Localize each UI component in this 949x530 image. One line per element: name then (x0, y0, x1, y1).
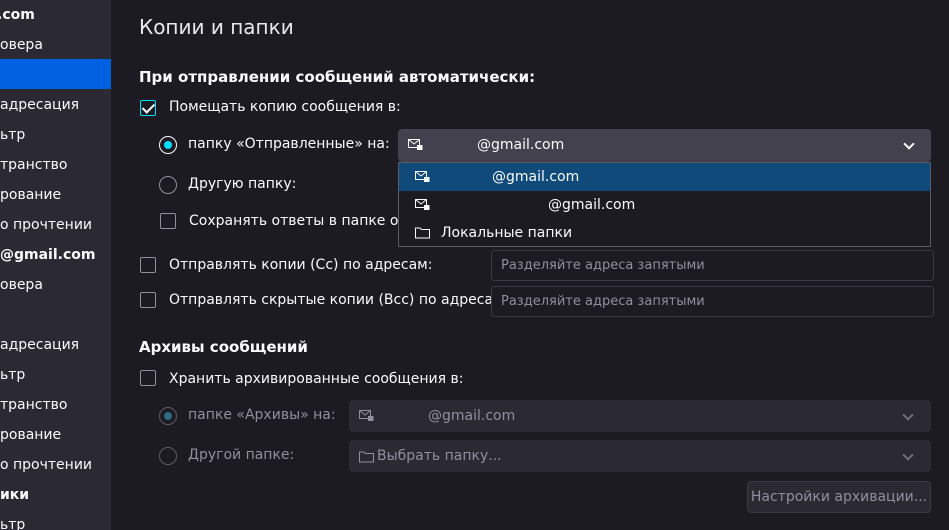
sidebar-item-encryption-2[interactable]: рование (0, 420, 111, 450)
sidebar-item-addressing[interactable]: адресация (0, 90, 111, 120)
sidebar-item-local-folders[interactable]: ики (0, 480, 111, 510)
sidebar-item-server[interactable]: овера (0, 30, 111, 60)
copies-section-title: При отправлении сообщений автоматически: (139, 68, 536, 86)
folder-icon (359, 451, 374, 463)
sent-folder-select[interactable]: @gmail.com (398, 129, 931, 162)
bcc-checkbox[interactable] (140, 292, 156, 308)
sidebar-item-disk-space[interactable]: транство (0, 150, 111, 180)
place-copy-label: Помещать копию сообщения в: (169, 99, 401, 115)
sidebar-item-account-1[interactable]: .com (0, 0, 108, 30)
sidebar-item-server-2[interactable]: овера (0, 270, 111, 300)
sidebar-item-label: о прочтении (0, 457, 93, 473)
sidebar-item-label: @gmail.com (0, 247, 96, 263)
archives-section-title: Архивы сообщений (139, 338, 308, 356)
sidebar-item-label: овера (0, 37, 43, 53)
chevron-down-icon (902, 449, 914, 461)
bcc-label: Отправлять скрытые копии (Bcc) по адреса… (169, 292, 509, 308)
sidebar-item-label: овера (0, 277, 43, 293)
other-folder-label: Другую папку: (188, 176, 297, 192)
account-settings-window: .com овера адресация ьтр транство ровани… (0, 0, 949, 530)
sent-folder-value: @gmail.com (477, 137, 565, 153)
dropdown-item-label: @gmail.com (492, 169, 580, 185)
account-sidebar: .com овера адресация ьтр транство ровани… (0, 0, 111, 530)
settings-panel: Копии и папки При отправлении сообщений … (111, 0, 949, 530)
cc-checkbox[interactable] (140, 257, 156, 273)
sidebar-item-receipts[interactable]: о прочтении (0, 210, 111, 240)
sidebar-item-label: ьтр (0, 517, 26, 530)
sidebar-item-label: адресация (0, 97, 80, 113)
archive-folder-value: @gmail.com (428, 408, 516, 424)
sidebar-item-label: .com (0, 7, 35, 23)
keep-archives-checkbox[interactable] (140, 370, 156, 386)
archive-other-folder-radio[interactable] (159, 447, 177, 465)
dropdown-item-account-1[interactable]: @gmail.com (399, 163, 930, 191)
sidebar-item-junk[interactable]: ьтр (0, 120, 111, 150)
sidebar-item-encryption[interactable]: рование (0, 180, 111, 210)
save-replies-checkbox[interactable] (160, 213, 176, 229)
dropdown-item-account-2[interactable]: @gmail.com (399, 191, 930, 219)
sidebar-item-label: ьтр (0, 127, 26, 143)
sidebar-item-label: транство (0, 157, 68, 173)
sidebar-item-label: транство (0, 397, 68, 413)
account-dropdown-list: @gmail.com @gmail.com Локальные папки (398, 162, 931, 247)
cc-label: Отправлять копии (Cc) по адресам: (169, 257, 433, 273)
sidebar-item-label: ьтр (0, 367, 26, 383)
archive-other-folder-value: Выбрать папку... (377, 448, 502, 464)
sidebar-item-receipts-2[interactable]: о прочтении (0, 450, 111, 480)
dropdown-item-local-folders[interactable]: Локальные папки (399, 219, 930, 247)
place-copy-checkbox[interactable] (140, 100, 156, 116)
sidebar-item-junk-3[interactable]: ьтр (0, 510, 111, 530)
sidebar-item-label: о прочтении (0, 217, 93, 233)
archive-folder-radio[interactable] (159, 407, 177, 425)
sent-folder-label: папку «Отправленные» на: (188, 136, 390, 152)
mail-lock-icon (415, 199, 430, 210)
archive-settings-button[interactable]: Настройки архивации... (747, 481, 931, 513)
other-folder-radio[interactable] (159, 176, 177, 194)
sent-folder-radio[interactable] (159, 136, 177, 154)
page-title: Копии и папки (139, 15, 294, 39)
save-replies-label: Сохранять ответы в папке ори (189, 213, 417, 229)
sidebar-item-addressing-2[interactable]: адресация (0, 330, 111, 360)
sidebar-item-junk-2[interactable]: ьтр (0, 360, 111, 390)
sidebar-item-label: рование (0, 187, 62, 203)
sidebar-item-label: адресация (0, 337, 80, 353)
mail-lock-icon (359, 410, 374, 421)
archive-folder-select[interactable]: @gmail.com (349, 400, 931, 432)
sidebar-item-copies-folders[interactable] (0, 59, 111, 89)
archive-other-folder-label: Другой папке: (188, 447, 295, 463)
sidebar-item-label: ики (0, 487, 30, 503)
chevron-down-icon (903, 138, 915, 150)
chevron-down-icon (902, 409, 914, 421)
folder-icon (415, 227, 430, 239)
sidebar-item-label: рование (0, 427, 62, 443)
keep-archives-label: Хранить архивированные сообщения в: (169, 371, 464, 387)
archive-folder-label: папке «Архивы» на: (188, 407, 336, 423)
mail-lock-icon (415, 171, 430, 182)
sidebar-item-account-2[interactable]: @gmail.com (0, 240, 111, 270)
mail-lock-icon (408, 139, 423, 150)
dropdown-item-label: Локальные папки (441, 225, 573, 241)
sidebar-item-disk-space-2[interactable]: транство (0, 390, 111, 420)
bcc-input[interactable]: Разделяйте адреса запятыми (491, 286, 934, 317)
sidebar-item-copies-folders-2[interactable] (0, 300, 111, 330)
dropdown-item-label: @gmail.com (548, 197, 636, 213)
archive-other-folder-select[interactable]: Выбрать папку... (349, 440, 931, 472)
cc-input[interactable]: Разделяйте адреса запятыми (491, 250, 934, 281)
